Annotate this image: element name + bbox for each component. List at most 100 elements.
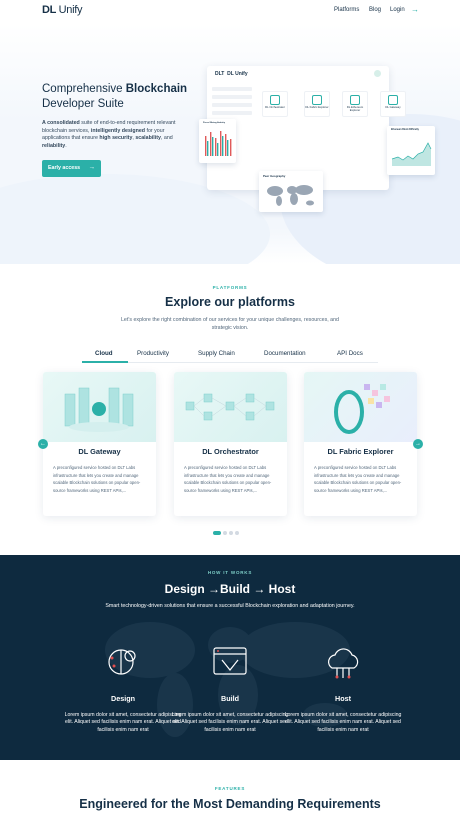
card-description: A preconfigured service hosted on DLT La…	[184, 465, 272, 493]
step-title: Build	[221, 694, 239, 703]
dash-card-ethereum: DL Ethereum Explorer	[342, 91, 368, 117]
nav-link-login[interactable]: Login	[390, 7, 405, 13]
dash-card-label: DL Gateway	[385, 105, 401, 109]
features-tag: FEATURES	[214, 786, 246, 791]
carousel-dot[interactable]	[223, 531, 227, 535]
design-gear-icon	[108, 649, 136, 675]
platforms-tag: PLATFORMS	[212, 285, 248, 290]
nav-link-platforms[interactable]: Platforms	[334, 7, 359, 13]
carousel-dot[interactable]	[229, 531, 233, 535]
orchestrator-illustration	[174, 372, 287, 442]
how-description: Smart technology-driven solutions that e…	[105, 603, 355, 609]
how-title: Design →Build → Host	[164, 582, 296, 596]
step-design: Design Lorem ipsum dolor sit amet, conse…	[63, 642, 183, 734]
carousel-prev-button[interactable]: ←	[38, 439, 48, 449]
sidebar-placeholder	[212, 111, 252, 115]
how-it-works-section: HOW IT WORKS Design →Build → Host Smart …	[0, 555, 460, 760]
card-description: A preconfigured service hosted on DLT La…	[53, 465, 141, 493]
mining-activity-widget: Peers Mining Activity	[199, 119, 236, 163]
gateway-icon	[388, 95, 398, 105]
tab-cloud[interactable]: Cloud	[95, 350, 113, 357]
step-title: Design	[111, 694, 135, 703]
dash-card-label: DL Fabric Explorer	[305, 105, 329, 109]
dashboard-logo-dlt: DLT	[215, 71, 225, 77]
logo-unify: Unify	[58, 4, 83, 16]
card-title: DL Orchestrator	[202, 447, 259, 456]
hero-description: A consolidated suite of end-to-end requi…	[42, 120, 192, 150]
orchestrator-icon	[270, 95, 280, 105]
how-tag: HOW IT WORKS	[207, 570, 253, 575]
active-tab-indicator	[82, 361, 128, 363]
fabric-illustration	[304, 372, 417, 442]
tab-documentation[interactable]: Documentation	[264, 350, 306, 357]
build-tools-icon	[213, 647, 247, 675]
dash-card-label: DL Ethereum Explorer	[346, 105, 364, 112]
platform-card-fabric-explorer[interactable]: DL Fabric Explorer A preconfigured servi…	[304, 372, 417, 516]
fabric-isometric-icon	[334, 384, 390, 434]
step-description: Lorem ipsum dolor sit amet, consectetur …	[64, 712, 182, 733]
sidebar-placeholder	[212, 87, 252, 91]
top-nav: DL Unify Platforms Blog Login →	[0, 0, 460, 24]
card-title: DL Gateway	[78, 447, 121, 456]
dashboard-logo-dl: DL Unify	[227, 71, 248, 77]
features-header: FEATURES Engineered for the Most Demandi…	[0, 786, 460, 811]
dashboard-logo: DLT DL Unify	[215, 71, 248, 77]
arrow-right-icon: →	[88, 164, 96, 171]
features-title: Engineered for the Most Demanding Requir…	[79, 797, 381, 811]
dash-card-label: DL Orchestrator	[265, 105, 285, 109]
card-description: A preconfigured service hosted on DLT La…	[314, 465, 402, 493]
early-access-label: Early access	[48, 165, 81, 171]
sidebar-placeholder	[212, 103, 252, 107]
platforms-description: Let's explore the right combination of o…	[120, 317, 339, 331]
platforms-title: Explore our platforms	[165, 295, 295, 309]
step-title: Host	[335, 694, 351, 703]
world-map-icon	[267, 185, 314, 206]
block-difficulty-widget: Ethereum Block Difficulty	[387, 126, 435, 175]
orchestrator-isometric-icon	[185, 393, 275, 421]
carousel-next-button[interactable]: →	[413, 439, 423, 449]
difficulty-area-chart	[391, 142, 432, 166]
login-arrow-icon[interactable]: →	[411, 5, 419, 14]
tab-productivity[interactable]: Productivity	[137, 350, 169, 357]
step-build: Build Lorem ipsum dolor sit amet, consec…	[170, 642, 290, 734]
user-avatar-icon	[374, 70, 381, 77]
platform-card-orchestrator[interactable]: DL Orchestrator A preconfigured service …	[174, 372, 287, 516]
card-title: DL Fabric Explorer	[327, 447, 394, 456]
ethereum-icon	[350, 95, 360, 105]
step-host: Host Lorem ipsum dolor sit amet, consect…	[283, 642, 403, 734]
fabric-icon	[312, 95, 322, 105]
carousel-dot[interactable]	[235, 531, 239, 535]
hero-title-part: Comprehensive	[42, 83, 126, 95]
platforms-header: PLATFORMS Explore our platforms Let's ex…	[0, 285, 460, 332]
hero-desc-bold: intelligently designed	[90, 127, 146, 134]
dash-card-gateway: DL Gateway	[380, 91, 406, 117]
sidebar-placeholder	[212, 95, 252, 99]
dash-card-fabric: DL Fabric Explorer	[304, 91, 330, 117]
hero-desc-bold: scalability	[135, 135, 161, 142]
step-description: Lorem ipsum dolor sit amet, consectetur …	[284, 712, 402, 733]
hero-desc-bold: high security	[99, 135, 133, 142]
hero-title-bold: Blockchain	[125, 83, 188, 95]
mining-bar-chart	[205, 131, 232, 156]
logo-dl: DL	[42, 4, 56, 16]
carousel-dots	[213, 531, 241, 535]
host-cloud-icon	[327, 648, 359, 679]
hero-desc-text: .	[65, 142, 67, 149]
logo[interactable]: DL Unify	[42, 4, 82, 16]
tab-supply-chain[interactable]: Supply Chain	[198, 350, 235, 357]
carousel-dot[interactable]	[213, 531, 221, 535]
hero-title: Comprehensive Blockchain Developer Suite	[42, 82, 192, 112]
hero-desc-text: , and	[160, 135, 173, 142]
hero-desc-bold: A consolidated	[42, 120, 80, 126]
peer-geography-widget: Peer Geography	[259, 171, 323, 212]
gateway-isometric-icon	[64, 387, 134, 432]
dash-card-orchestrator: DL Orchestrator	[262, 91, 288, 117]
hero-title-part-2: Developer Suite	[42, 98, 124, 110]
hero-desc-bold: reliability	[42, 142, 66, 149]
tab-api-docs[interactable]: API Docs	[337, 350, 363, 357]
platform-card-gateway[interactable]: DL Gateway A preconfigured service hoste…	[43, 372, 156, 516]
nav-link-blog[interactable]: Blog	[369, 7, 381, 13]
step-description: Lorem ipsum dolor sit amet, consectetur …	[171, 712, 289, 733]
gateway-illustration	[43, 372, 156, 442]
early-access-button[interactable]: Early access →	[42, 160, 101, 177]
